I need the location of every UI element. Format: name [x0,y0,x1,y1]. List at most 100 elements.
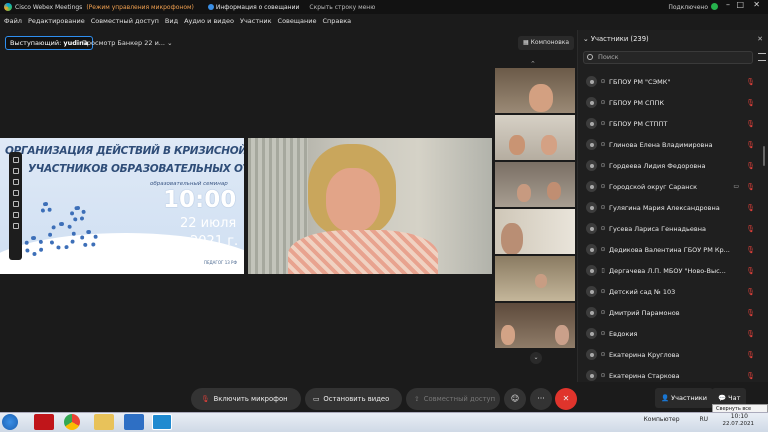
word-icon[interactable] [124,414,144,430]
menu-participant[interactable]: Участник [240,17,272,25]
participant-name: ГБПОУ РМ "СЭМК" [609,77,671,86]
participant-row[interactable]: ⊙ Евдокия 🎙 [578,323,768,344]
slide-year: 2021 г. [190,234,239,249]
participant-row[interactable]: ⊙ ГБПОУ РМ СППК 🎙 [578,92,768,113]
participant-row[interactable]: ⊙ Детский сад № 103 🎙 [578,281,768,302]
save-tool-icon[interactable] [12,223,19,229]
clock-date[interactable]: 22.07.2021 [723,421,755,427]
microphone-muted-icon[interactable]: 🎙 [746,372,755,380]
pdf-reader-icon[interactable] [34,414,54,430]
reactions-button[interactable]: ☺ [504,388,526,410]
microphone-muted-icon[interactable]: 🎙 [746,288,755,296]
participant-row[interactable]: ⊙ Екатерина Круглова 🎙 [578,344,768,365]
avatar-icon [586,76,597,87]
layout-button[interactable]: ▦ Компоновка [518,36,575,50]
close-icon[interactable]: ✕ [753,0,760,9]
microphone-muted-icon[interactable]: 🎙 [746,309,755,317]
menu-audio-video[interactable]: Аудио и видео [184,17,234,25]
menu-bar: Файл Редактирование Совместный доступ Ви… [0,14,768,28]
video-thumbnail[interactable] [495,256,575,301]
layout-icon: ▦ [523,39,531,46]
share-screen-icon: ⇪ [414,395,420,403]
text-tool-icon[interactable] [12,179,19,185]
thumbnails-scroll-up-icon[interactable]: ⌃ [530,60,536,68]
clock-time[interactable]: 10:10 [731,413,748,420]
microphone-muted-icon[interactable]: 🎙 [746,204,755,212]
stop-video-button[interactable]: ▭ Остановить видео [305,388,402,410]
microphone-muted-icon[interactable]: 🎙 [746,330,755,338]
meeting-info-link[interactable]: Информация о совещании [216,4,300,11]
participants-search-input[interactable]: Поиск [583,51,753,64]
maximize-icon[interactable]: □ [736,0,744,9]
file-explorer-icon[interactable] [94,414,114,430]
language-indicator[interactable]: RU [699,416,708,423]
audio-device-icon: ⊙ [600,204,606,211]
participant-row[interactable]: ▯ Дергачева Л.П. МБОУ "Ново-Выс... 🎙 [578,260,768,281]
avatar-icon [586,244,597,255]
video-thumbnail[interactable] [495,68,575,113]
audio-device-icon: ⊙ [600,246,606,253]
more-options-button[interactable]: ··· [530,388,552,410]
audio-device-icon: ⊙ [600,372,606,379]
participants-button[interactable]: 👤 Участники [655,388,713,408]
title-bar: Cisco Webex Meetings (Режим управления м… [0,0,768,14]
webex-taskbar-icon[interactable] [152,414,172,430]
participant-row[interactable]: ⊙ Глинова Елена Владимировна 🎙 [578,134,768,155]
eraser-tool-icon[interactable] [12,212,19,218]
microphone-muted-icon[interactable]: 🎙 [746,99,755,107]
microphone-muted-icon[interactable]: 🎙 [746,246,755,254]
microphone-muted-icon[interactable]: 🎙 [746,141,755,149]
participant-row[interactable]: ⊙ Дмитрий Парамонов 🎙 [578,302,768,323]
chrome-icon[interactable] [64,414,80,430]
menu-file[interactable]: Файл [4,17,22,25]
pen-tool-icon[interactable] [12,168,19,174]
participant-row[interactable]: ⊙ Гордеева Лидия Федоровна 🎙 [578,155,768,176]
unmute-button[interactable]: 🎙 Включить микрофон [191,388,301,410]
view-selector[interactable]: Просмотр Банкер 22 и... ⌄ [82,37,173,49]
leave-meeting-button[interactable]: ✕ [555,388,577,410]
camera-icon: ▭ [733,183,739,190]
microphone-muted-icon[interactable]: 🎙 [746,78,755,86]
collapse-chevron-icon[interactable]: ⌄ [583,35,591,43]
participant-row[interactable]: ⊙ Дедикова Валентина ГБОУ РМ Кр... 🎙 [578,239,768,260]
minimize-icon[interactable]: – [726,0,730,9]
hide-menu-bar-link[interactable]: Скрыть строку меню [309,4,375,11]
participant-row[interactable]: ⊙ ГБПОУ РМ СТППТ 🎙 [578,113,768,134]
share-button[interactable]: ⇪ Совместный доступ [406,388,500,410]
microphone-muted-icon[interactable]: 🎙 [746,162,755,170]
menu-edit[interactable]: Редактирование [28,17,85,25]
menu-view[interactable]: Вид [165,17,178,25]
zoom-out-icon[interactable] [12,201,19,207]
microphone-muted-icon: 🎙 [201,395,210,403]
video-thumbnail[interactable] [495,303,575,348]
menu-meeting[interactable]: Совещание [278,17,317,25]
video-thumbnail[interactable] [495,209,575,254]
participant-row[interactable]: ⊙ Гулягина Мария Александровна 🎙 [578,197,768,218]
pointer-tool-icon[interactable] [12,157,19,163]
participant-row[interactable]: ⊙ Гусева Лариса Геннадьевна 🎙 [578,218,768,239]
microphone-muted-icon[interactable]: 🎙 [746,351,755,359]
active-speaker-video [248,138,492,274]
video-thumbnail[interactable] [495,115,575,160]
microphone-muted-icon[interactable]: 🎙 [746,267,755,275]
participant-row[interactable]: ⊙ Екатерина Старкова 🎙 [578,365,768,386]
microphone-muted-icon[interactable]: 🎙 [746,183,755,191]
video-thumbnail[interactable] [495,162,575,207]
microphone-muted-icon[interactable]: 🎙 [746,120,755,128]
close-panel-icon[interactable]: ✕ [757,30,763,48]
menu-help[interactable]: Справка [322,17,351,25]
microphone-muted-icon[interactable]: 🎙 [746,225,755,233]
participants-panel-title: Участники (239) [590,35,649,43]
participant-row[interactable]: ⊙ ГБПОУ РМ "СЭМК" 🎙 [578,71,768,92]
zoom-in-icon[interactable] [12,190,19,196]
presenter-chip[interactable]: Выступающий: yudina [5,36,94,50]
participants-button-label: Участники [671,394,707,402]
participant-name: Евдокия [609,329,638,338]
menu-share[interactable]: Совместный доступ [91,17,159,25]
avatar-icon [586,223,597,234]
thumbnails-scroll-down-icon[interactable]: ⌄ [530,352,542,364]
avatar-icon [586,328,597,339]
sort-icon[interactable] [758,53,766,61]
participant-row[interactable]: ⊙ Городской округ Саранск ▭ 🎙 [578,176,768,197]
start-button[interactable] [2,414,18,430]
